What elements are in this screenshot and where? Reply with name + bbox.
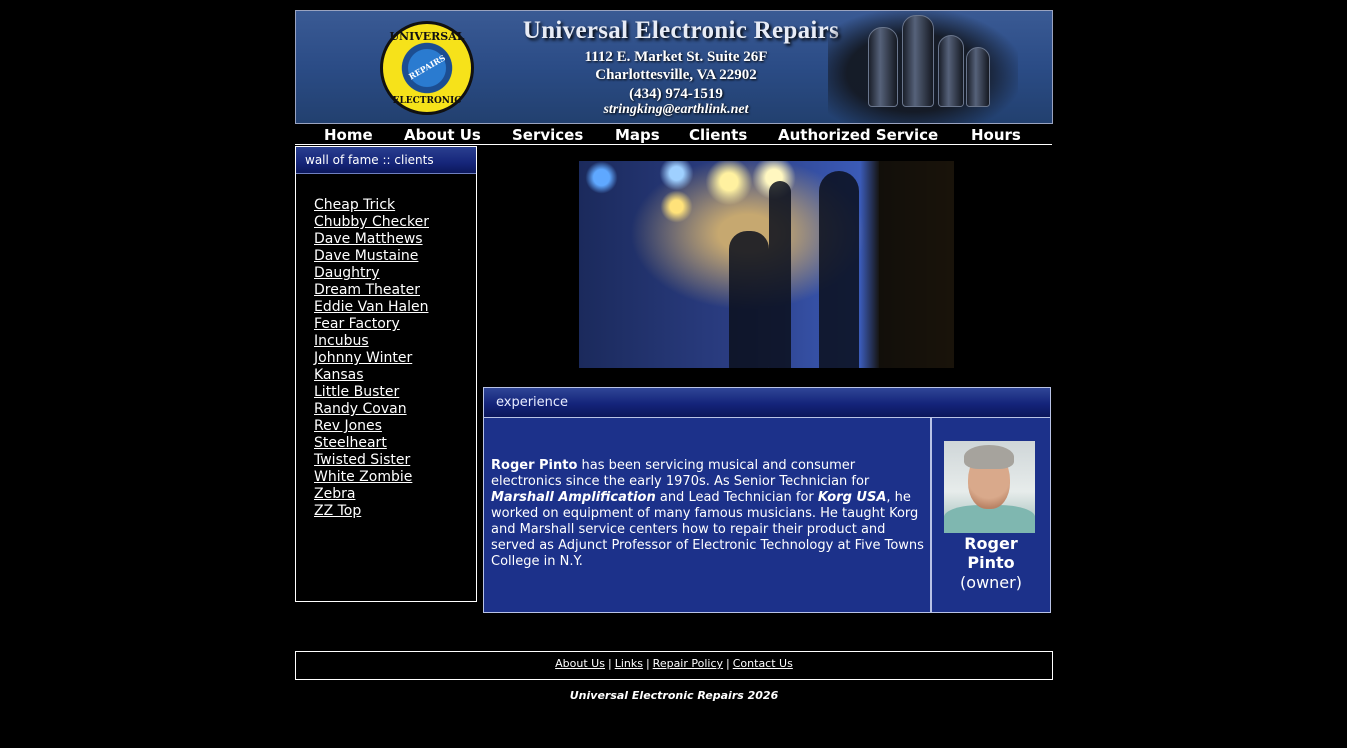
experience-text: Roger Pinto has been servicing musical a… (491, 458, 927, 570)
client-link[interactable]: Johnny Winter (314, 350, 429, 367)
footer-link-links[interactable]: Links (615, 657, 643, 670)
owner-role: (owner) (960, 573, 1022, 592)
experience-company-2: Korg USA (817, 490, 887, 505)
main-nav: Home About Us Services Maps Clients Auth… (295, 124, 1052, 145)
owner-photo (944, 441, 1035, 533)
logo-text-bottom: ELECTRONIC (392, 96, 462, 106)
experience-panel: experience Roger Pinto has been servicin… (483, 387, 1051, 613)
address-line2: Charlottesville, VA 22902 (595, 67, 757, 83)
company-name: Universal Electronic Repairs (522, 17, 840, 44)
client-link[interactable]: ZZ Top (314, 503, 429, 520)
experience-body: Roger Pinto has been servicing musical a… (484, 418, 932, 612)
logo-text-mid: REPAIRS (406, 52, 448, 82)
email-address: stringking@earthlink.net (603, 102, 749, 117)
phone-number: (434) 974-1519 (629, 86, 723, 102)
nav-home[interactable]: Home (324, 126, 373, 144)
footer-links: About Us | Links | Repair Policy | Contact Us (295, 651, 1053, 680)
footer-link-contact-us[interactable]: Contact Us (733, 657, 793, 670)
company-logo[interactable]: UNIVERSAL REPAIRS ELECTRONIC (380, 21, 474, 115)
nav-hours[interactable]: Hours (971, 126, 1021, 144)
footer-separator: | (645, 657, 650, 670)
client-link[interactable]: Chubby Checker (314, 214, 429, 231)
sidebar-title: wall of fame :: clients (296, 147, 476, 174)
client-link[interactable]: Rev Jones (314, 418, 429, 435)
nav-about-us[interactable]: About Us (404, 126, 481, 144)
owner-card: Roger Pinto (owner) (932, 418, 1050, 612)
client-link[interactable]: Dave Mustaine (314, 248, 429, 265)
client-link[interactable]: Kansas (314, 367, 429, 384)
client-link[interactable]: Incubus (314, 333, 429, 350)
nav-clients[interactable]: Clients (689, 126, 747, 144)
nav-services[interactable]: Services (512, 126, 583, 144)
client-link[interactable]: Eddie Van Halen (314, 299, 429, 316)
experience-name: Roger Pinto (491, 458, 578, 473)
owner-name: Roger Pinto (932, 534, 1050, 572)
experience-text-2: and Lead Technician for (655, 490, 818, 505)
client-link[interactable]: Little Buster (314, 384, 429, 401)
footer-link-about-us[interactable]: About Us (555, 657, 605, 670)
footer-separator: | (607, 657, 612, 670)
copyright: Universal Electronic Repairs 2026 (569, 689, 779, 702)
owner-last-name: Pinto (967, 553, 1015, 572)
vacuum-tubes-image (828, 11, 1018, 123)
footer-link-repair-policy[interactable]: Repair Policy (653, 657, 723, 670)
nav-authorized-service[interactable]: Authorized Service (778, 126, 938, 144)
client-link[interactable]: Fear Factory (314, 316, 429, 333)
client-link[interactable]: Dave Matthews (314, 231, 429, 248)
address-line1: 1112 E. Market St. Suite 26F (584, 49, 768, 65)
owner-first-name: Roger (964, 534, 1018, 553)
nav-maps[interactable]: Maps (615, 126, 660, 144)
footer-separator: | (726, 657, 730, 670)
client-link[interactable]: Randy Covan (314, 401, 429, 418)
client-link[interactable]: Twisted Sister (314, 452, 429, 469)
client-link[interactable]: Steelheart (314, 435, 429, 452)
experience-title: experience (484, 388, 1050, 418)
clients-sidebar: wall of fame :: clients Cheap Trick Chub… (295, 146, 477, 602)
client-link[interactable]: Cheap Trick (314, 197, 429, 214)
experience-company-1: Marshall Amplification (491, 490, 656, 505)
concert-photo (579, 161, 954, 368)
client-link[interactable]: Zebra (314, 486, 429, 503)
logo-text-top: UNIVERSAL (389, 30, 465, 43)
header-banner: UNIVERSAL REPAIRS ELECTRONIC Universal E… (295, 10, 1053, 124)
client-link[interactable]: Daughtry (314, 265, 429, 282)
client-list: Cheap Trick Chubby Checker Dave Matthews… (314, 197, 429, 520)
client-link[interactable]: White Zombie (314, 469, 429, 486)
client-link[interactable]: Dream Theater (314, 282, 429, 299)
